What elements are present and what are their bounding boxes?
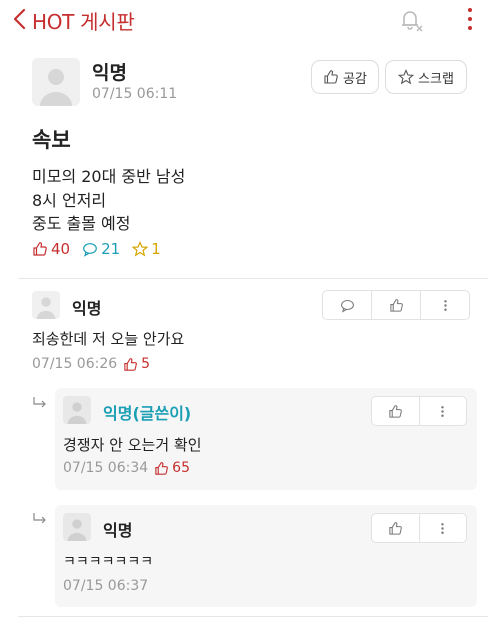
star-icon bbox=[398, 69, 415, 85]
reply-author: 익명 bbox=[103, 521, 133, 540]
thumbs-up-icon bbox=[33, 242, 47, 256]
reply-like-button[interactable] bbox=[372, 397, 420, 425]
reply-like-count: 65 bbox=[172, 460, 190, 476]
scrap-count: 1 bbox=[151, 240, 161, 258]
reply-time: 07/15 06:34 bbox=[63, 460, 149, 476]
scrap-stat: 1 bbox=[132, 240, 161, 258]
avatar bbox=[32, 291, 60, 319]
top-bar: HOT 게시판 bbox=[0, 0, 500, 40]
thumbs-up-icon bbox=[389, 298, 403, 312]
divider bbox=[18, 278, 488, 279]
thumbs-up-icon bbox=[389, 521, 402, 535]
like-button-label: 공감 bbox=[343, 71, 367, 87]
thumbs-up-icon bbox=[155, 461, 169, 475]
comment-actions bbox=[322, 290, 470, 320]
reply-likes: 65 bbox=[154, 460, 190, 476]
divider bbox=[18, 616, 488, 617]
reply-button[interactable] bbox=[323, 291, 372, 319]
post-body-line: 8시 언저리 bbox=[32, 191, 107, 210]
thumbs-up-icon bbox=[324, 70, 338, 84]
reply-like-button[interactable] bbox=[372, 514, 420, 542]
like-button[interactable]: 공감 bbox=[311, 60, 379, 94]
post-stats: 40 21 1 bbox=[32, 238, 173, 260]
like-stat: 40 bbox=[32, 240, 70, 258]
avatar bbox=[32, 58, 80, 106]
chevron-left-icon[interactable] bbox=[10, 7, 30, 31]
post-author: 익명 bbox=[92, 62, 127, 84]
reply-card: 익명 ㅋㅋㅋㅋㅋㅋㅋ 07/15 06:37 bbox=[55, 505, 477, 607]
reply-author: 익명(글쓴이) bbox=[103, 404, 192, 423]
reply-card: 익명(글쓴이) 경쟁자 안 오는거 확인 07/15 06:34 65 bbox=[55, 388, 477, 490]
comment-count: 21 bbox=[101, 240, 121, 258]
reply-more-button[interactable] bbox=[420, 397, 467, 425]
comment-icon bbox=[83, 243, 97, 257]
more-vertical-icon bbox=[441, 405, 444, 417]
reply-meta: 07/15 06:37 bbox=[63, 578, 148, 594]
thumbs-up-icon bbox=[389, 404, 402, 418]
like-count: 40 bbox=[51, 240, 71, 258]
more-vertical-icon bbox=[441, 522, 444, 534]
bell-off-icon[interactable] bbox=[396, 6, 424, 34]
comment-stat: 21 bbox=[82, 240, 120, 258]
scrap-button-label: 스크랩 bbox=[418, 71, 454, 87]
comment-like-button[interactable] bbox=[372, 291, 421, 319]
post-body-line: 미모의 20대 중반 남성 bbox=[32, 167, 186, 186]
avatar bbox=[63, 396, 91, 424]
post-title: 속보 bbox=[32, 128, 71, 152]
reply-more-button[interactable] bbox=[420, 514, 467, 542]
more-vertical-icon bbox=[443, 299, 447, 311]
comment-time: 07/15 06:26 bbox=[32, 356, 118, 372]
comment-icon bbox=[340, 299, 354, 313]
avatar bbox=[63, 513, 91, 541]
board-title: HOT 게시판 bbox=[32, 10, 135, 34]
reply-text: 경쟁자 안 오는거 확인 bbox=[63, 436, 202, 454]
comment-author: 익명 bbox=[72, 299, 102, 318]
comment-meta: 07/15 06:26 5 bbox=[32, 356, 150, 372]
post-body-line: 중도 출몰 예정 bbox=[32, 214, 131, 233]
scrap-button[interactable]: 스크랩 bbox=[385, 60, 467, 94]
reply-arrow-icon bbox=[33, 513, 46, 524]
comment-like-count: 5 bbox=[141, 356, 151, 372]
reply-actions bbox=[371, 396, 467, 426]
star-icon bbox=[132, 241, 149, 257]
thumbs-up-icon bbox=[124, 357, 138, 371]
reply-text: ㅋㅋㅋㅋㅋㅋㅋ bbox=[63, 554, 154, 570]
comment-likes: 5 bbox=[123, 356, 150, 372]
reply-arrow-icon bbox=[33, 397, 46, 408]
comment-text: 죄송한데 저 오늘 안가요 bbox=[32, 330, 185, 348]
comment-more-button[interactable] bbox=[421, 291, 469, 319]
reply-time: 07/15 06:37 bbox=[63, 578, 149, 594]
reply-actions bbox=[371, 513, 467, 543]
reply-meta: 07/15 06:34 65 bbox=[63, 460, 190, 476]
more-vertical-icon[interactable] bbox=[462, 6, 478, 32]
post-time: 07/15 06:11 bbox=[92, 86, 178, 102]
